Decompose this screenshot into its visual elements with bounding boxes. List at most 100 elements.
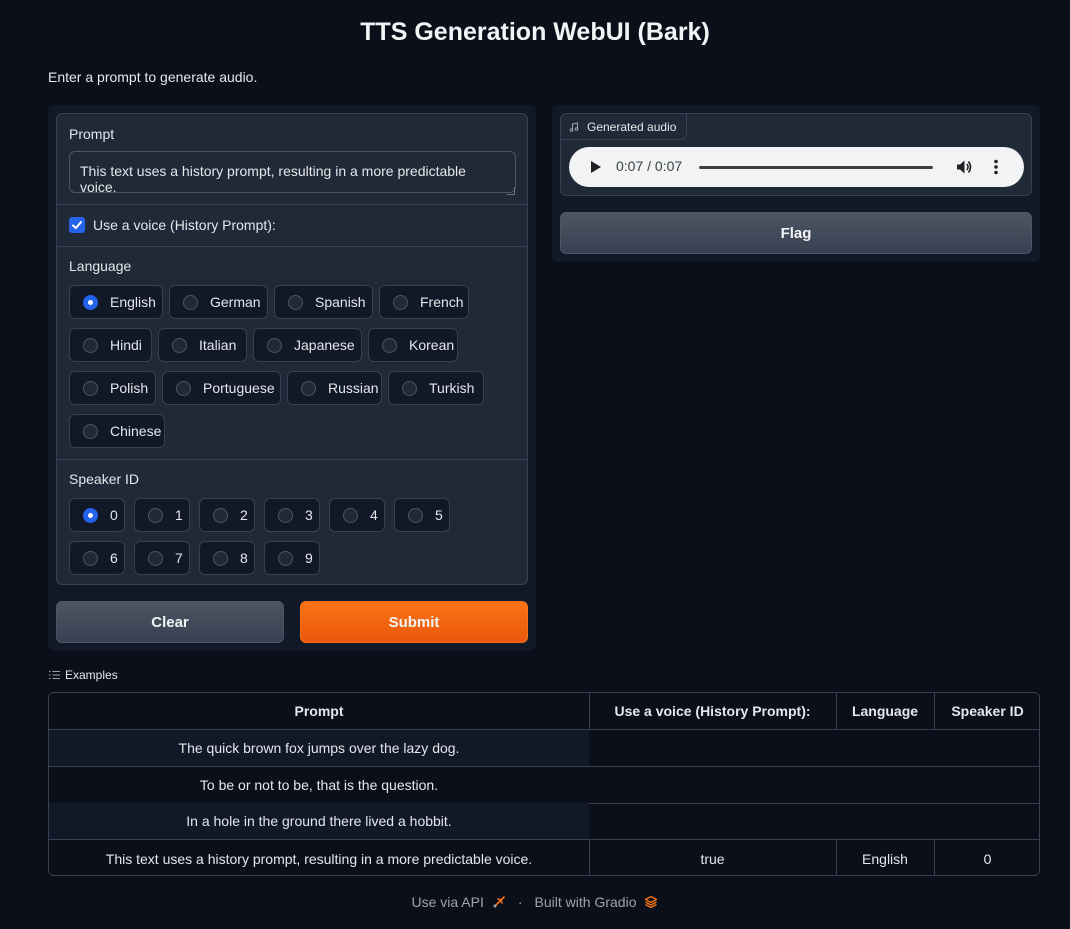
- table-row[interactable]: This text uses a history prompt, resulti…: [49, 840, 1039, 875]
- language-option-italian[interactable]: Italian: [158, 328, 247, 362]
- language-label: Language: [69, 258, 132, 274]
- cell-prompt[interactable]: The quick brown fox jumps over the lazy …: [49, 730, 589, 766]
- volume-icon[interactable]: [955, 158, 973, 176]
- speaker-option-6[interactable]: 6: [69, 541, 125, 575]
- radio-dot: [402, 380, 417, 396]
- cell-prompt[interactable]: This text uses a history prompt, resulti…: [49, 840, 589, 875]
- speaker-option-0[interactable]: 0: [69, 498, 125, 532]
- radio-dot: [278, 507, 293, 523]
- language-option-russian[interactable]: Russian: [287, 371, 382, 405]
- column-divider: [836, 693, 837, 730]
- audio-label-text: Generated audio: [587, 119, 677, 134]
- submit-button[interactable]: Submit: [300, 601, 528, 643]
- radio-dot: [288, 294, 303, 310]
- audio-progress-slider[interactable]: [699, 166, 933, 169]
- list-icon: [49, 671, 60, 679]
- language-option-english[interactable]: English: [69, 285, 163, 319]
- radio-dot: [408, 507, 423, 523]
- language-option-portuguese[interactable]: Portuguese: [162, 371, 281, 405]
- radio-dot: [343, 507, 358, 523]
- table-row[interactable]: In a hole in the ground there lived a ho…: [49, 803, 1039, 840]
- option-label: 6: [110, 550, 118, 566]
- use-via-api-link[interactable]: Use via API: [412, 894, 484, 910]
- divider: [57, 246, 527, 247]
- gradio-logo-icon: [645, 895, 658, 909]
- column-divider: [934, 840, 935, 875]
- radio-dot: [213, 507, 228, 523]
- radio-dot: [148, 507, 163, 523]
- speaker-option-1[interactable]: 1: [134, 498, 190, 532]
- music-note-icon: [569, 121, 579, 132]
- page-description: Enter a prompt to generate audio.: [48, 69, 258, 85]
- header-use-voice: Use a voice (History Prompt):: [614, 703, 811, 719]
- audio-time: 0:07 / 0:07: [616, 158, 683, 174]
- option-label: Korean: [409, 337, 455, 353]
- language-option-polish[interactable]: Polish: [69, 371, 156, 405]
- column-divider: [934, 693, 935, 730]
- prompt-textarea[interactable]: This text uses a history prompt, resulti…: [69, 151, 516, 195]
- cell-prompt[interactable]: To be or not to be, that is the question…: [49, 767, 589, 803]
- page-title: TTS Generation WebUI (Bark): [360, 18, 710, 46]
- language-option-japanese[interactable]: Japanese: [253, 328, 362, 362]
- speaker-option-4[interactable]: 4: [329, 498, 385, 532]
- cell-speaker-id[interactable]: 0: [934, 840, 1039, 875]
- language-option-korean[interactable]: Korean: [368, 328, 458, 362]
- output-column: Generated audio 0:07 / 0:07 Flag: [552, 105, 1040, 262]
- footer: Use via API · Built with Gradio: [0, 894, 1070, 910]
- option-label: 3: [305, 507, 313, 523]
- examples-table: Prompt Use a voice (History Prompt): Lan…: [48, 692, 1040, 876]
- language-option-chinese[interactable]: Chinese: [69, 414, 165, 448]
- option-label: Japanese: [294, 337, 355, 353]
- radio-dot: [176, 380, 191, 396]
- language-option-german[interactable]: German: [169, 285, 268, 319]
- table-row[interactable]: To be or not to be, that is the question…: [49, 767, 1039, 804]
- use-voice-label: Use a voice (History Prompt):: [93, 217, 276, 233]
- option-label: 7: [175, 550, 183, 566]
- cell-language[interactable]: English: [836, 840, 934, 875]
- generated-audio-block: Generated audio 0:07 / 0:07: [560, 113, 1032, 196]
- generated-audio-label: Generated audio: [561, 114, 688, 140]
- language-option-hindi[interactable]: Hindi: [69, 328, 152, 362]
- radio-dot: [301, 380, 316, 396]
- language-option-turkish[interactable]: Turkish: [388, 371, 484, 405]
- language-option-spanish[interactable]: Spanish: [274, 285, 373, 319]
- cell-use-voice[interactable]: true: [589, 840, 836, 875]
- table-row[interactable]: The quick brown fox jumps over the lazy …: [49, 730, 1039, 767]
- option-label: English: [110, 294, 156, 310]
- speaker-option-8[interactable]: 8: [199, 541, 255, 575]
- radio-dot: [83, 337, 98, 353]
- speaker-option-3[interactable]: 3: [264, 498, 320, 532]
- header-prompt: Prompt: [294, 703, 344, 719]
- language-option-french[interactable]: French: [379, 285, 469, 319]
- speaker-option-2[interactable]: 2: [199, 498, 255, 532]
- clear-button[interactable]: Clear: [56, 601, 284, 643]
- play-icon[interactable]: [590, 160, 602, 174]
- divider: [57, 459, 527, 460]
- prompt-resize-handle[interactable]: [507, 187, 515, 195]
- radio-dot: [213, 550, 228, 566]
- speaker-option-7[interactable]: 7: [134, 541, 190, 575]
- use-voice-checkbox[interactable]: [69, 217, 85, 233]
- cell-prompt[interactable]: In a hole in the ground there lived a ho…: [49, 803, 589, 839]
- more-options-icon[interactable]: [993, 158, 999, 176]
- column-divider: [589, 840, 590, 875]
- option-label: 0: [110, 507, 118, 523]
- use-voice-checkbox-row[interactable]: Use a voice (History Prompt):: [69, 217, 276, 233]
- speaker-option-9[interactable]: 9: [264, 541, 320, 575]
- option-label: Spanish: [315, 294, 366, 310]
- examples-label-text: Examples: [65, 668, 118, 682]
- flag-button[interactable]: Flag: [560, 212, 1032, 254]
- speaker-option-5[interactable]: 5: [394, 498, 450, 532]
- header-speaker-id: Speaker ID: [951, 703, 1024, 719]
- radio-dot: [148, 550, 163, 566]
- built-with-gradio-link[interactable]: Built with Gradio: [535, 894, 637, 910]
- column-divider: [836, 840, 837, 875]
- option-label: Portuguese: [203, 380, 275, 396]
- option-label: Hindi: [110, 337, 142, 353]
- option-label: German: [210, 294, 261, 310]
- option-label: Russian: [328, 380, 379, 396]
- radio-dot: [267, 337, 282, 353]
- radio-dot: [83, 380, 98, 396]
- footer-separator: ·: [517, 894, 523, 910]
- radio-dot: [83, 423, 98, 439]
